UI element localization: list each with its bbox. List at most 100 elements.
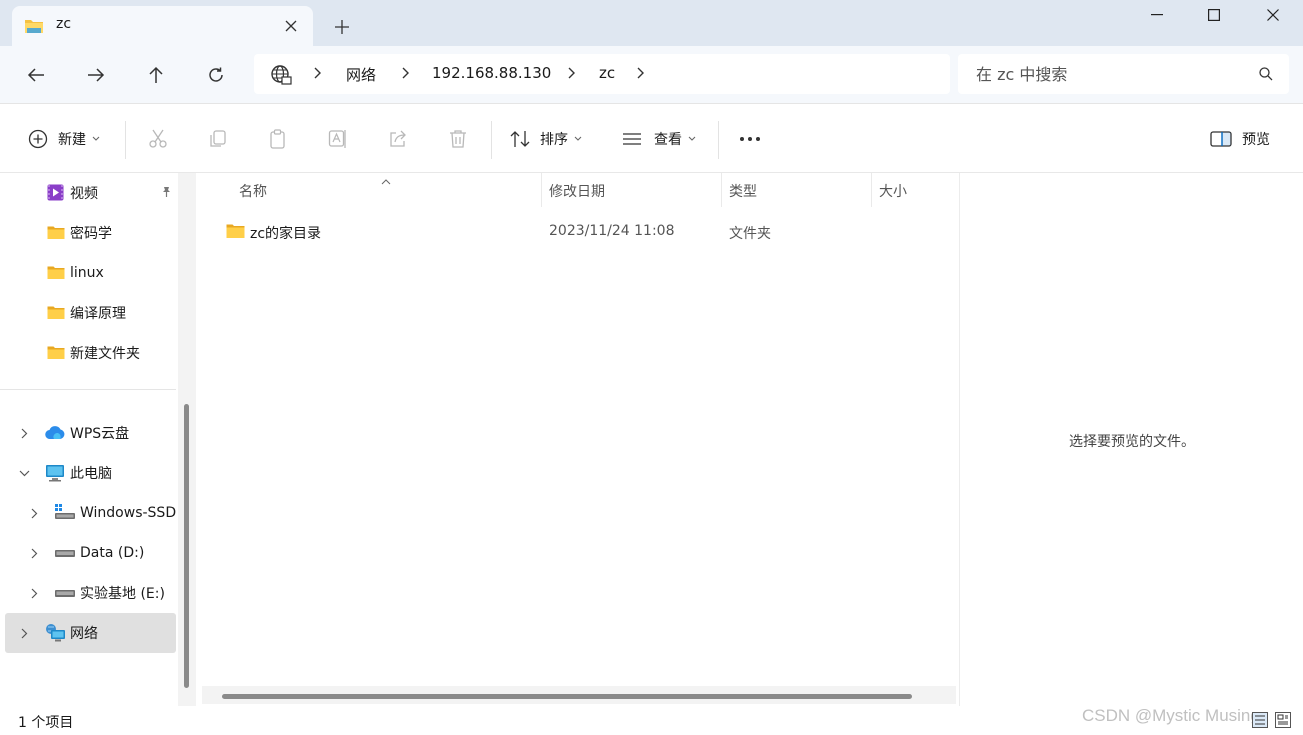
preview-button-label: 预览: [1242, 132, 1270, 148]
sort-button[interactable]: 排序: [510, 125, 582, 153]
chevron-right-icon[interactable]: [314, 67, 322, 83]
sidebar-item-label: 编译原理: [70, 306, 126, 322]
sidebar-item-label: 视频: [70, 186, 98, 202]
new-tab-icon[interactable]: [328, 13, 356, 41]
details-view-icon[interactable]: [1250, 710, 1270, 730]
sidebar-item-cryptography[interactable]: 密码学: [5, 213, 176, 253]
close-window-icon[interactable]: [1244, 0, 1302, 30]
up-arrow-icon[interactable]: [141, 60, 171, 90]
folder-icon: [47, 305, 65, 324]
sidebar-item-label: 实验基地 (E:): [80, 586, 165, 602]
preview-button[interactable]: 预览: [1210, 125, 1270, 153]
file-list-pane: 名称 修改日期 类型 大小 zc的家目录 2023/11/24 11:08 文件…: [198, 173, 958, 706]
watermark-text: CSDN @Mystic Musings: [1082, 706, 1269, 725]
sidebar-item-label: 此电脑: [70, 466, 112, 482]
share-icon[interactable]: [386, 127, 410, 151]
column-header-size[interactable]: 大小: [879, 181, 907, 201]
navigation-bar: 网络 192.168.88.130 zc: [0, 46, 1303, 104]
sidebar-item-data-d[interactable]: Data (D:): [5, 533, 176, 573]
chevron-right-icon[interactable]: [27, 546, 41, 560]
sidebar-item-label: Data (D:): [80, 545, 145, 561]
drive-icon: [54, 547, 76, 563]
sidebar-divider: [0, 389, 176, 390]
address-bar[interactable]: 网络 192.168.88.130 zc: [254, 54, 950, 94]
search-input[interactable]: [976, 62, 1246, 86]
column-header-type[interactable]: 类型: [729, 181, 757, 201]
chevron-right-icon[interactable]: [637, 67, 645, 83]
sidebar-item-videos[interactable]: 视频: [5, 173, 176, 213]
file-modified: 2023/11/24 11:08: [549, 223, 675, 239]
table-row[interactable]: zc的家目录 2023/11/24 11:08 文件夹: [218, 218, 958, 246]
sort-arrows-icon: [510, 130, 530, 148]
new-button[interactable]: 新建: [28, 125, 100, 153]
delete-icon[interactable]: [446, 127, 470, 151]
sidebar-item-linux[interactable]: linux: [5, 253, 176, 293]
column-divider[interactable]: [721, 173, 722, 207]
title-bar: zc: [0, 0, 1303, 46]
chevron-right-icon[interactable]: [402, 67, 410, 83]
chevron-down-icon: [574, 136, 582, 142]
chevron-down-icon[interactable]: [17, 466, 31, 480]
preview-pane: 选择要预览的文件。: [959, 173, 1303, 706]
folder-icon: [24, 17, 44, 39]
breadcrumb-network[interactable]: 网络: [346, 64, 376, 85]
chevron-down-icon: [92, 136, 100, 142]
chevron-right-icon[interactable]: [17, 626, 31, 640]
horizontal-scroll-track[interactable]: [202, 686, 956, 704]
refresh-icon[interactable]: [201, 60, 231, 90]
view-button-label: 查看: [654, 132, 682, 148]
tiles-view-icon[interactable]: [1273, 710, 1293, 730]
forward-arrow-icon[interactable]: [81, 60, 111, 90]
copy-icon[interactable]: [206, 127, 230, 151]
computer-icon: [45, 464, 65, 486]
horizontal-scrollbar-thumb[interactable]: [222, 694, 912, 699]
sort-indicator-icon: [381, 173, 391, 189]
sidebar-item-windows-ssd[interactable]: Windows-SSD: [5, 493, 176, 533]
cut-icon[interactable]: [146, 127, 170, 151]
chevron-right-icon[interactable]: [27, 506, 41, 520]
column-divider[interactable]: [541, 173, 542, 207]
maximize-icon[interactable]: [1185, 0, 1243, 30]
folder-icon: [47, 225, 65, 244]
back-arrow-icon[interactable]: [21, 60, 51, 90]
sidebar-item-experiment-e[interactable]: 实验基地 (E:): [5, 573, 176, 613]
chevron-right-icon[interactable]: [568, 67, 576, 83]
close-tab-icon[interactable]: [279, 14, 303, 38]
minimize-icon[interactable]: [1128, 0, 1186, 30]
view-button[interactable]: 查看: [622, 125, 696, 153]
pin-icon[interactable]: [160, 186, 172, 202]
windows-drive-icon: [54, 503, 76, 525]
view-lines-icon: [622, 132, 642, 146]
sidebar-item-network[interactable]: 网络: [5, 613, 176, 653]
sidebar-item-wps-cloud[interactable]: WPS云盘: [5, 413, 176, 453]
search-icon[interactable]: [1259, 67, 1273, 85]
sidebar-item-new-folder[interactable]: 新建文件夹: [5, 333, 176, 373]
toolbar-divider: [491, 121, 492, 159]
tab-zc[interactable]: zc: [12, 6, 313, 46]
paste-icon[interactable]: [266, 127, 290, 151]
column-header-name[interactable]: 名称: [239, 181, 267, 201]
toolbar-divider: [718, 121, 719, 159]
sidebar-item-label: 网络: [70, 626, 98, 642]
sidebar-item-compilers[interactable]: 编译原理: [5, 293, 176, 333]
chevron-right-icon[interactable]: [27, 586, 41, 600]
file-name: zc的家目录: [250, 226, 322, 242]
network-icon: [45, 623, 67, 647]
more-options-icon[interactable]: [738, 127, 762, 151]
breadcrumb-host[interactable]: 192.168.88.130: [432, 64, 551, 82]
sidebar-item-label: linux: [70, 265, 104, 281]
sidebar-item-label: 密码学: [70, 226, 112, 242]
folder-icon: [47, 345, 65, 364]
file-type: 文件夹: [729, 226, 771, 242]
chevron-right-icon[interactable]: [17, 426, 31, 440]
rename-icon[interactable]: [326, 127, 350, 151]
column-header-modified[interactable]: 修改日期: [549, 181, 605, 201]
sidebar-item-this-pc[interactable]: 此电脑: [5, 453, 176, 493]
breadcrumb-zc[interactable]: zc: [599, 64, 615, 82]
sidebar-item-label: WPS云盘: [70, 426, 130, 442]
column-divider[interactable]: [871, 173, 872, 207]
search-box[interactable]: [958, 54, 1289, 94]
preview-pane-icon: [1210, 131, 1232, 147]
sidebar-scrollbar-thumb[interactable]: [184, 404, 189, 688]
tab-title: zc: [56, 16, 72, 32]
